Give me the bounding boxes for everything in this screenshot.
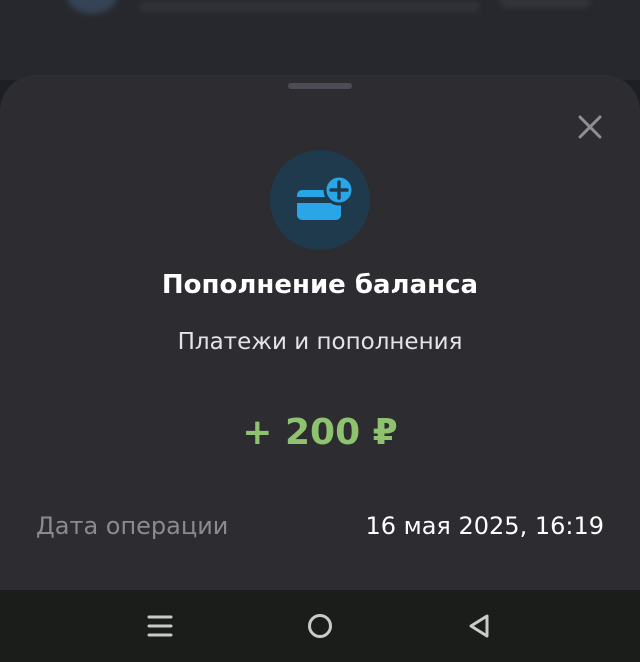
home-circle-icon — [308, 614, 332, 638]
blurred-header-action — [500, 0, 590, 8]
close-icon — [578, 115, 602, 139]
back-triangle-icon — [469, 614, 489, 638]
blurred-avatar — [66, 0, 118, 14]
operation-date-label: Дата операции — [36, 512, 229, 540]
menu-icon — [147, 615, 173, 637]
blurred-header-text — [140, 2, 480, 12]
background-app-overlay — [0, 0, 640, 80]
nav-home-button[interactable] — [300, 608, 340, 648]
nav-menu-button[interactable] — [140, 608, 180, 648]
system-navigation-bar — [0, 590, 640, 662]
card-plus-icon — [297, 174, 355, 220]
transaction-category: Платежи и пополнения — [177, 329, 463, 355]
operation-date-value: 16 мая 2025, 16:19 — [365, 512, 604, 540]
transaction-title: Пополнение баланса — [161, 270, 479, 300]
transaction-bottom-sheet: Пополнение баланса Платежи и пополнения … — [0, 75, 640, 590]
close-button[interactable] — [572, 109, 608, 145]
sheet-drag-handle[interactable] — [288, 83, 352, 89]
category-icon-badge — [270, 150, 370, 250]
transaction-amount: + 200 ₽ — [242, 412, 398, 453]
nav-back-button[interactable] — [460, 608, 500, 648]
